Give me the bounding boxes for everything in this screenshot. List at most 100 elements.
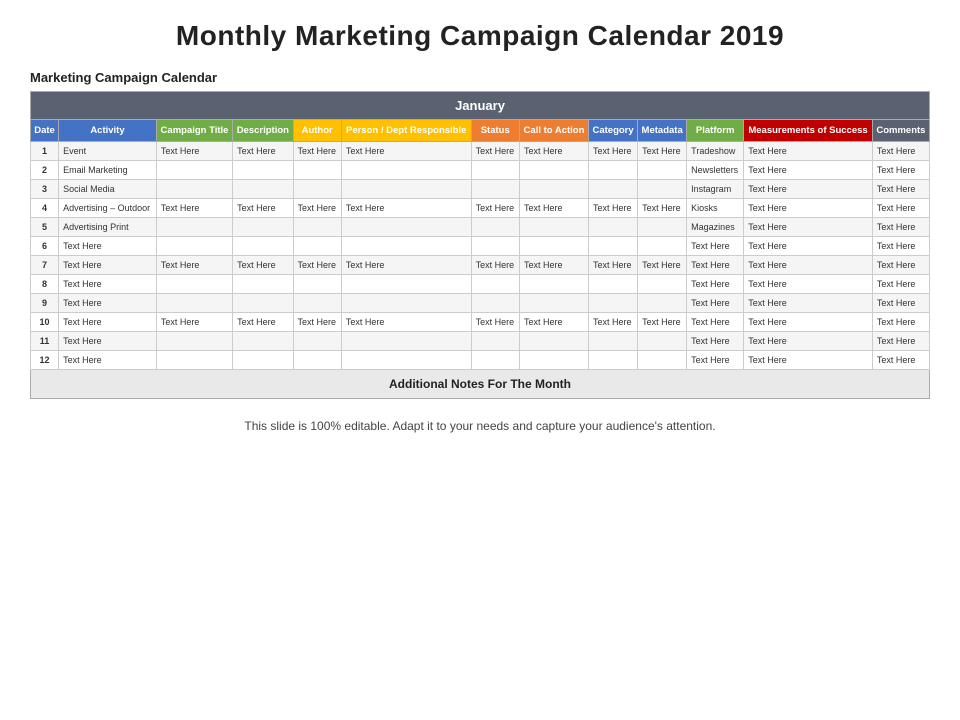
table-cell-activity: Advertising Print: [59, 218, 157, 237]
table-cell-campaign: [156, 161, 232, 180]
table-cell-num: 3: [31, 180, 59, 199]
table-cell-metadata: Text Here: [638, 313, 687, 332]
table-cell-measurement: Text Here: [744, 180, 873, 199]
table-cell-author: [293, 332, 341, 351]
table-cell-category: [589, 275, 638, 294]
table-cell-platform: Newsletters: [687, 161, 744, 180]
table-cell-comments: Text Here: [872, 275, 929, 294]
table-cell-comments: Text Here: [872, 142, 929, 161]
table-cell-author: Text Here: [293, 256, 341, 275]
table-cell-metadata: [638, 351, 687, 370]
table-cell-person: [341, 218, 471, 237]
table-cell-person: [341, 161, 471, 180]
table-cell-measurement: Text Here: [744, 142, 873, 161]
table-cell-metadata: Text Here: [638, 256, 687, 275]
table-cell-category: Text Here: [589, 199, 638, 218]
table-cell-description: [233, 332, 293, 351]
table-cell-category: [589, 294, 638, 313]
table-cell-person: [341, 332, 471, 351]
table-cell-description: [233, 161, 293, 180]
table-cell-platform: Text Here: [687, 294, 744, 313]
table-cell-campaign: [156, 218, 232, 237]
table-cell-category: [589, 237, 638, 256]
table-cell-campaign: [156, 180, 232, 199]
table-cell-category: [589, 161, 638, 180]
table-row: 6Text HereText HereText HereText Here: [31, 237, 930, 256]
footer-cell: Additional Notes For The Month: [31, 370, 930, 399]
table-cell-description: [233, 180, 293, 199]
table-cell-num: 11: [31, 332, 59, 351]
table-cell-cta: [519, 237, 588, 256]
table-cell-activity: Text Here: [59, 332, 157, 351]
table-cell-activity: Email Marketing: [59, 161, 157, 180]
table-cell-campaign: Text Here: [156, 199, 232, 218]
table-cell-platform: Text Here: [687, 256, 744, 275]
table-row: 9Text HereText HereText HereText Here: [31, 294, 930, 313]
table-cell-author: [293, 237, 341, 256]
table-cell-activity: Event: [59, 142, 157, 161]
table-cell-comments: Text Here: [872, 351, 929, 370]
table-cell-num: 1: [31, 142, 59, 161]
table-cell-metadata: Text Here: [638, 142, 687, 161]
table-cell-num: 10: [31, 313, 59, 332]
table-cell-status: Text Here: [471, 256, 519, 275]
table-cell-author: [293, 180, 341, 199]
table-cell-metadata: [638, 294, 687, 313]
table-cell-campaign: Text Here: [156, 256, 232, 275]
table-cell-comments: Text Here: [872, 199, 929, 218]
table-cell-status: [471, 237, 519, 256]
table-row: 5Advertising PrintMagazinesText HereText…: [31, 218, 930, 237]
table-cell-measurement: Text Here: [744, 275, 873, 294]
table-row: 12Text HereText HereText HereText Here: [31, 351, 930, 370]
column-header-cell: Category: [589, 120, 638, 142]
table-cell-cta: Text Here: [519, 142, 588, 161]
table-cell-author: [293, 294, 341, 313]
column-header-cell: Call to Action: [519, 120, 588, 142]
month-header-row: January: [31, 92, 930, 120]
table-cell-status: Text Here: [471, 199, 519, 218]
table-cell-platform: Text Here: [687, 275, 744, 294]
column-header-cell: Metadata: [638, 120, 687, 142]
table-cell-description: Text Here: [233, 142, 293, 161]
table-row: 10Text HereText HereText HereText HereTe…: [31, 313, 930, 332]
table-cell-category: [589, 351, 638, 370]
table-cell-person: [341, 180, 471, 199]
table-row: 11Text HereText HereText HereText Here: [31, 332, 930, 351]
table-cell-num: 2: [31, 161, 59, 180]
table-cell-campaign: Text Here: [156, 313, 232, 332]
table-cell-status: [471, 294, 519, 313]
table-cell-activity: Text Here: [59, 313, 157, 332]
table-cell-author: Text Here: [293, 199, 341, 218]
table-cell-campaign: [156, 332, 232, 351]
column-header-cell: Status: [471, 120, 519, 142]
column-header-cell: Campaign Title: [156, 120, 232, 142]
table-cell-category: [589, 218, 638, 237]
table-cell-description: [233, 351, 293, 370]
table-cell-num: 9: [31, 294, 59, 313]
table-cell-activity: Text Here: [59, 294, 157, 313]
table-cell-person: Text Here: [341, 142, 471, 161]
table-cell-measurement: Text Here: [744, 294, 873, 313]
column-header-cell: Person / Dept Responsible: [341, 120, 471, 142]
table-cell-description: [233, 218, 293, 237]
table-cell-author: [293, 351, 341, 370]
table-cell-description: Text Here: [233, 313, 293, 332]
table-cell-comments: Text Here: [872, 313, 929, 332]
table-cell-status: [471, 218, 519, 237]
table-cell-author: [293, 161, 341, 180]
bottom-note: This slide is 100% editable. Adapt it to…: [30, 419, 930, 433]
table-cell-platform: Text Here: [687, 237, 744, 256]
table-cell-person: Text Here: [341, 256, 471, 275]
table-row: 4Advertising – OutdoorText HereText Here…: [31, 199, 930, 218]
table-cell-platform: Kiosks: [687, 199, 744, 218]
column-header-cell: Date: [31, 120, 59, 142]
column-header-cell: Measurements of Success: [744, 120, 873, 142]
table-cell-measurement: Text Here: [744, 199, 873, 218]
table-cell-measurement: Text Here: [744, 218, 873, 237]
table-cell-measurement: Text Here: [744, 351, 873, 370]
table-cell-cta: Text Here: [519, 313, 588, 332]
column-header-cell: Comments: [872, 120, 929, 142]
table-cell-description: [233, 237, 293, 256]
table-cell-activity: Advertising – Outdoor: [59, 199, 157, 218]
table-cell-platform: Text Here: [687, 332, 744, 351]
